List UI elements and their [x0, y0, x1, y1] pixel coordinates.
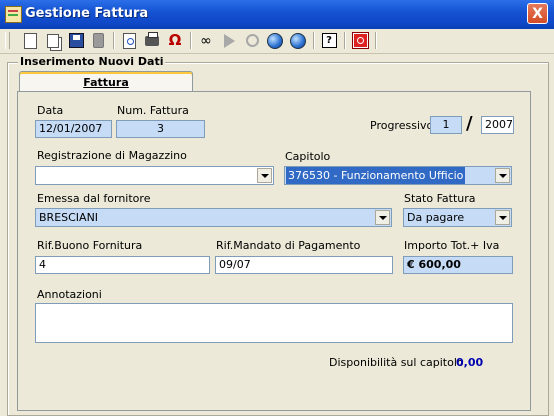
annotazioni-label: Annotazioni: [37, 288, 102, 301]
progressivo-field[interactable]: 1: [430, 116, 462, 134]
toolbar-separator: [113, 32, 115, 49]
print-preview-icon: [122, 32, 136, 49]
print-button[interactable]: [142, 31, 162, 50]
data-field[interactable]: 12/01/2007: [35, 120, 112, 138]
help-icon: ?: [321, 33, 337, 48]
chevron-down-icon[interactable]: [257, 168, 272, 183]
stato-fattura-select[interactable]: Da pagare: [403, 208, 512, 227]
annotazioni-field[interactable]: [35, 303, 513, 343]
toolbar-grip[interactable]: [5, 32, 10, 49]
globe-back-icon: [267, 32, 283, 49]
stato-fattura-label: Stato Fattura: [404, 192, 476, 205]
buono-fornitura-label: Rif.Buono Fornitura: [37, 239, 143, 252]
globe-forward-icon: [290, 32, 306, 49]
close-button[interactable]: X: [527, 3, 548, 24]
num-fattura-field[interactable]: 3: [116, 120, 205, 138]
delete-button[interactable]: [88, 31, 108, 50]
delete-icon: [92, 33, 104, 48]
buono-fornitura-field[interactable]: 4: [35, 256, 210, 274]
printer-icon: [145, 31, 159, 46]
exit-icon: [351, 32, 369, 49]
binoculars-icon: ∞: [200, 32, 212, 49]
anno-field[interactable]: 2007: [481, 116, 514, 134]
capitolo-label: Capitolo: [285, 150, 331, 163]
toolbar-separator: [313, 32, 315, 49]
save-icon: [68, 33, 84, 48]
toolbar: Ω ∞ ?: [0, 29, 554, 54]
copy-button[interactable]: [43, 31, 63, 50]
toolbar-separator: [344, 32, 346, 49]
disponibilita-value: 0,00: [456, 356, 484, 369]
importo-field[interactable]: € 600,00: [403, 256, 513, 274]
chevron-down-icon[interactable]: [375, 210, 390, 225]
group-label: Inserimento Nuovi Dati: [18, 55, 166, 68]
copy-document-icon: [47, 33, 59, 48]
stato-fattura-value: Da pagare: [407, 211, 465, 224]
search-icon: [245, 34, 259, 47]
find-button[interactable]: ∞: [196, 31, 216, 50]
save-button[interactable]: [66, 31, 86, 50]
back-button[interactable]: [265, 31, 285, 50]
new-document-icon: [23, 32, 37, 49]
fornitore-value: BRESCIANI: [39, 211, 99, 224]
toolbar-separator: [190, 32, 192, 49]
app-icon: [5, 6, 22, 23]
exit-button[interactable]: [350, 31, 370, 50]
fornitore-select[interactable]: BRESCIANI: [35, 208, 392, 227]
mandato-field[interactable]: 09/07: [215, 256, 393, 274]
magazzino-select[interactable]: [35, 166, 274, 185]
fornitore-label: Emessa dal fornitore: [37, 192, 151, 205]
progressivo-separator: /: [466, 113, 473, 134]
capitolo-select[interactable]: 376530 - Funzionamento Ufficio: [284, 166, 512, 185]
data-label: Data: [37, 104, 64, 117]
mandato-label: Rif.Mandato di Pagamento: [216, 239, 361, 252]
chevron-down-icon[interactable]: [495, 210, 510, 225]
help-button[interactable]: ?: [319, 31, 339, 50]
run-button[interactable]: [219, 31, 239, 50]
play-icon: [223, 33, 235, 48]
new-button[interactable]: [20, 31, 40, 50]
forward-button[interactable]: [288, 31, 308, 50]
print-preview-button[interactable]: [119, 31, 139, 50]
num-fattura-label: Num. Fattura: [117, 104, 189, 117]
search-button[interactable]: [242, 31, 262, 50]
magnet-icon: Ω: [168, 31, 182, 49]
toolbar-separator: [375, 32, 377, 49]
importo-label: Importo Tot.+ Iva: [404, 239, 500, 252]
progressivo-label: Progressivo: [370, 119, 434, 132]
capitolo-value: 376530 - Funzionamento Ufficio: [286, 167, 466, 184]
magazzino-label: Registrazione di Magazzino: [37, 149, 187, 162]
chevron-down-icon[interactable]: [495, 168, 510, 183]
tab-fattura[interactable]: Fattura: [19, 71, 193, 92]
title-bar: Gestione Fattura X: [0, 0, 554, 29]
disponibilita-label: Disponibilità sul capitolo: [329, 356, 464, 369]
magnet-button[interactable]: Ω: [165, 31, 185, 50]
window-title: Gestione Fattura: [25, 6, 149, 21]
